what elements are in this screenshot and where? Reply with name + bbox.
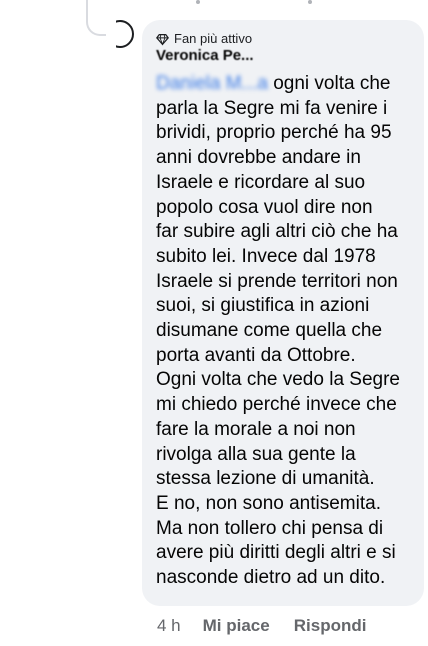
comment-line: nasconde dietro ad un dito. [156, 567, 386, 589]
author-name[interactable]: Veronica Pe... [156, 48, 346, 60]
comment-text: Daniela M...a ogni volta che parla la Se… [156, 72, 418, 591]
comment-line-text: ogni volta che [267, 73, 391, 94]
avatar-crop [106, 14, 116, 54]
comment-line: Israele e ricordare al suo [156, 171, 366, 193]
thread-connector [86, 0, 108, 36]
comment-line: Israele si prende territori non [156, 270, 398, 292]
reaction-dot [308, 0, 312, 4]
top-fan-badge: Fan più attivo [156, 30, 252, 48]
comment-line: subito lei. Invece dal 1978 [156, 245, 376, 267]
comment-line: mi chiedo perché invece che [156, 394, 397, 416]
diamond-badge-icon [156, 33, 169, 46]
comment-line: anni dovrebbe andare in [156, 147, 361, 169]
comment-line: stessa lezione di umanità. [156, 468, 375, 490]
comment-line: Ma non tollero chi pensa di [156, 517, 384, 539]
comment-actions: 4 h Mi piace Rispondi [157, 614, 366, 638]
comment-line: E no, non sono antisemita. [156, 492, 381, 514]
comment-line: popolo cosa vuol dire non [156, 196, 373, 218]
comment-thread: Fan più attivo Veronica Pe... Daniela M.… [0, 0, 428, 646]
comment-line: brividi, proprio perché ha 95 [156, 122, 392, 144]
comment-line: far subire agli altri ciò che ha [156, 221, 398, 243]
like-button[interactable]: Mi piace [203, 616, 270, 636]
badge-label: Fan più attivo [174, 31, 253, 46]
reply-button[interactable]: Rispondi [294, 616, 367, 636]
comment-timestamp[interactable]: 4 h [157, 616, 181, 636]
reaction-dot [196, 0, 200, 4]
comment-line: porta avanti da Ottobre. [156, 344, 356, 366]
comment-line: Daniela M...a ogni volta che [156, 72, 418, 97]
comment-line: suoi, si giustifica in azioni [156, 295, 370, 317]
comment-line: Ogni volta che vedo la Segre [156, 369, 400, 391]
comment-line: fare la morale a noi non [156, 418, 356, 440]
mention-link[interactable]: Daniela M...a [156, 73, 268, 94]
comment-line: disumane come quella che [156, 320, 383, 342]
comment-line: parla la Segre mi fa venire i [156, 97, 388, 119]
comment-line: rivolga alla sua gente la [156, 443, 356, 465]
comment-line: avere più diritti degli altri e si [156, 542, 396, 564]
